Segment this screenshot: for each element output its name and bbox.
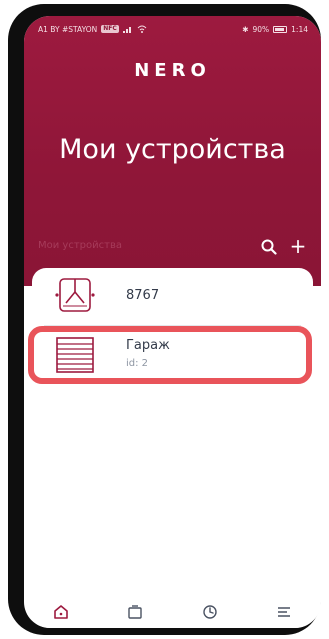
status-bar: A1 BY #STAYON NFC ✱ 90% 1:14 — [38, 23, 308, 35]
home-icon — [54, 605, 68, 619]
devices-icon — [128, 605, 143, 619]
clock-time: 1:14 — [291, 24, 308, 34]
add-device-button[interactable]: + — [288, 236, 308, 256]
wifi-icon — [137, 25, 147, 33]
bluetooth-icon: ✱ — [242, 24, 249, 34]
carrier-label: A1 BY #STAYON — [38, 24, 98, 34]
search-icon[interactable] — [260, 238, 278, 256]
bottom-nav — [24, 596, 321, 628]
phone-frame: A1 BY #STAYON NFC ✱ 90% 1:14 NERO Мои ус… — [8, 4, 321, 635]
clock-icon — [202, 605, 217, 619]
header-hero: A1 BY #STAYON NFC ✱ 90% 1:14 NERO Мои ус… — [24, 16, 321, 286]
selection-highlight — [28, 326, 312, 384]
device-item-8767[interactable]: 8767 — [32, 268, 313, 324]
devices-list-card: 8767 Гараж id: 2 — [32, 268, 313, 628]
battery-icon — [273, 25, 288, 33]
carrier-badge: NFC — [101, 25, 119, 33]
page-title: Мои устройства — [59, 134, 286, 165]
app-logo: NERO — [134, 60, 211, 81]
nav-history[interactable] — [198, 600, 222, 624]
devices-subbar: Мои устройства + — [38, 236, 308, 258]
device-name: 8767 — [126, 288, 160, 303]
nav-devices[interactable] — [123, 600, 147, 624]
gate-device-icon — [55, 278, 95, 312]
nav-home[interactable] — [49, 600, 73, 624]
section-label: Мои устройства — [38, 240, 122, 251]
app-screen: A1 BY #STAYON NFC ✱ 90% 1:14 NERO Мои ус… — [24, 16, 321, 628]
nav-menu[interactable] — [272, 600, 296, 624]
battery-percent: 90% — [252, 24, 270, 34]
signal-icon — [122, 27, 131, 33]
menu-icon — [277, 607, 290, 617]
